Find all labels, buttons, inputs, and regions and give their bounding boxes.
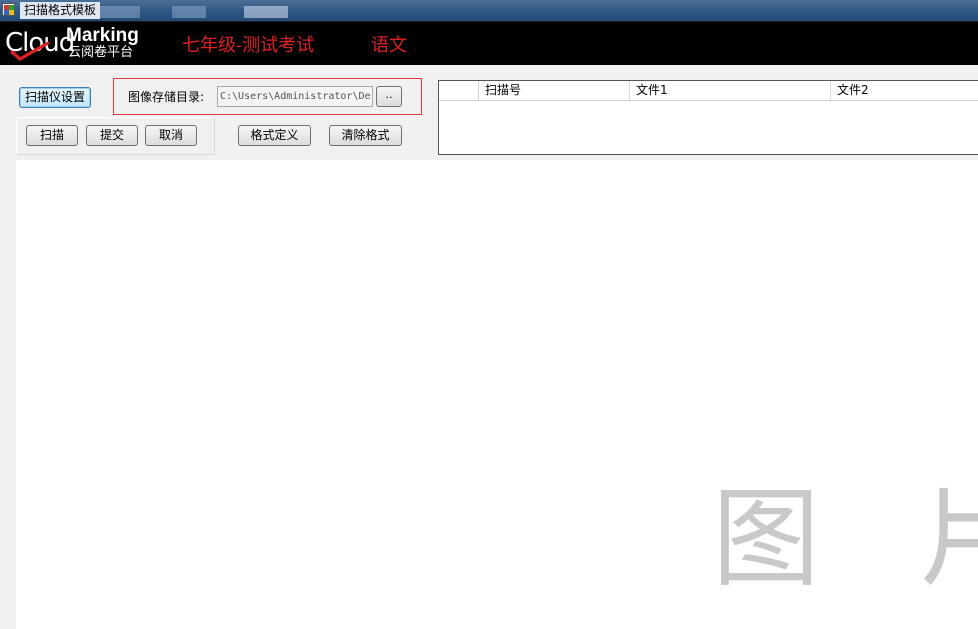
watermark-char: 片 — [920, 480, 978, 600]
browse-directory-button[interactable]: .. — [376, 86, 402, 107]
scanner-settings-button[interactable]: 扫描仪设置 — [19, 87, 91, 108]
titlebar-blur — [172, 6, 206, 18]
titlebar-blur — [100, 6, 140, 18]
scan-results-grid[interactable]: 扫描号 文件1 文件2 — [438, 80, 978, 155]
title-bar: 扫描格式模板 — [0, 0, 978, 21]
titlebar-blur — [244, 6, 288, 18]
grid-column-header[interactable]: 扫描号 — [479, 81, 630, 100]
storage-directory-group: 图像存储目录: C:\Users\Administrator\De .. — [113, 78, 422, 115]
storage-directory-label: 图像存储目录: — [128, 90, 205, 104]
cancel-button[interactable]: 取消 — [145, 125, 197, 146]
watermark-char: 图 — [712, 477, 821, 602]
submit-button[interactable]: 提交 — [86, 125, 138, 146]
logo-checkmark-icon — [10, 42, 50, 61]
clear-format-button[interactable]: 清除格式 — [329, 125, 402, 146]
grid-header: 扫描号 文件1 文件2 — [439, 81, 978, 101]
logo-marking-text: Marking — [66, 25, 139, 46]
app-icon — [2, 3, 15, 16]
define-format-button[interactable]: 格式定义 — [238, 125, 311, 146]
storage-directory-input[interactable]: C:\Users\Administrator\De — [217, 86, 373, 107]
window-title: 扫描格式模板 — [20, 2, 101, 19]
scan-button[interactable]: 扫描 — [26, 125, 78, 146]
logo-subtitle: 云阅卷平台 — [68, 45, 134, 60]
exam-subject: 语文 — [371, 35, 407, 56]
grid-column-header[interactable]: 文件2 — [831, 81, 978, 100]
header-banner: Cloud Marking 云阅卷平台 七年级-测试考试 语文 — [0, 21, 978, 65]
grid-column-header[interactable]: 文件1 — [630, 81, 831, 100]
grid-row-header-corner[interactable] — [439, 81, 479, 100]
image-preview-canvas[interactable] — [16, 160, 978, 629]
exam-title: 七年级-测试考试 — [182, 35, 315, 56]
